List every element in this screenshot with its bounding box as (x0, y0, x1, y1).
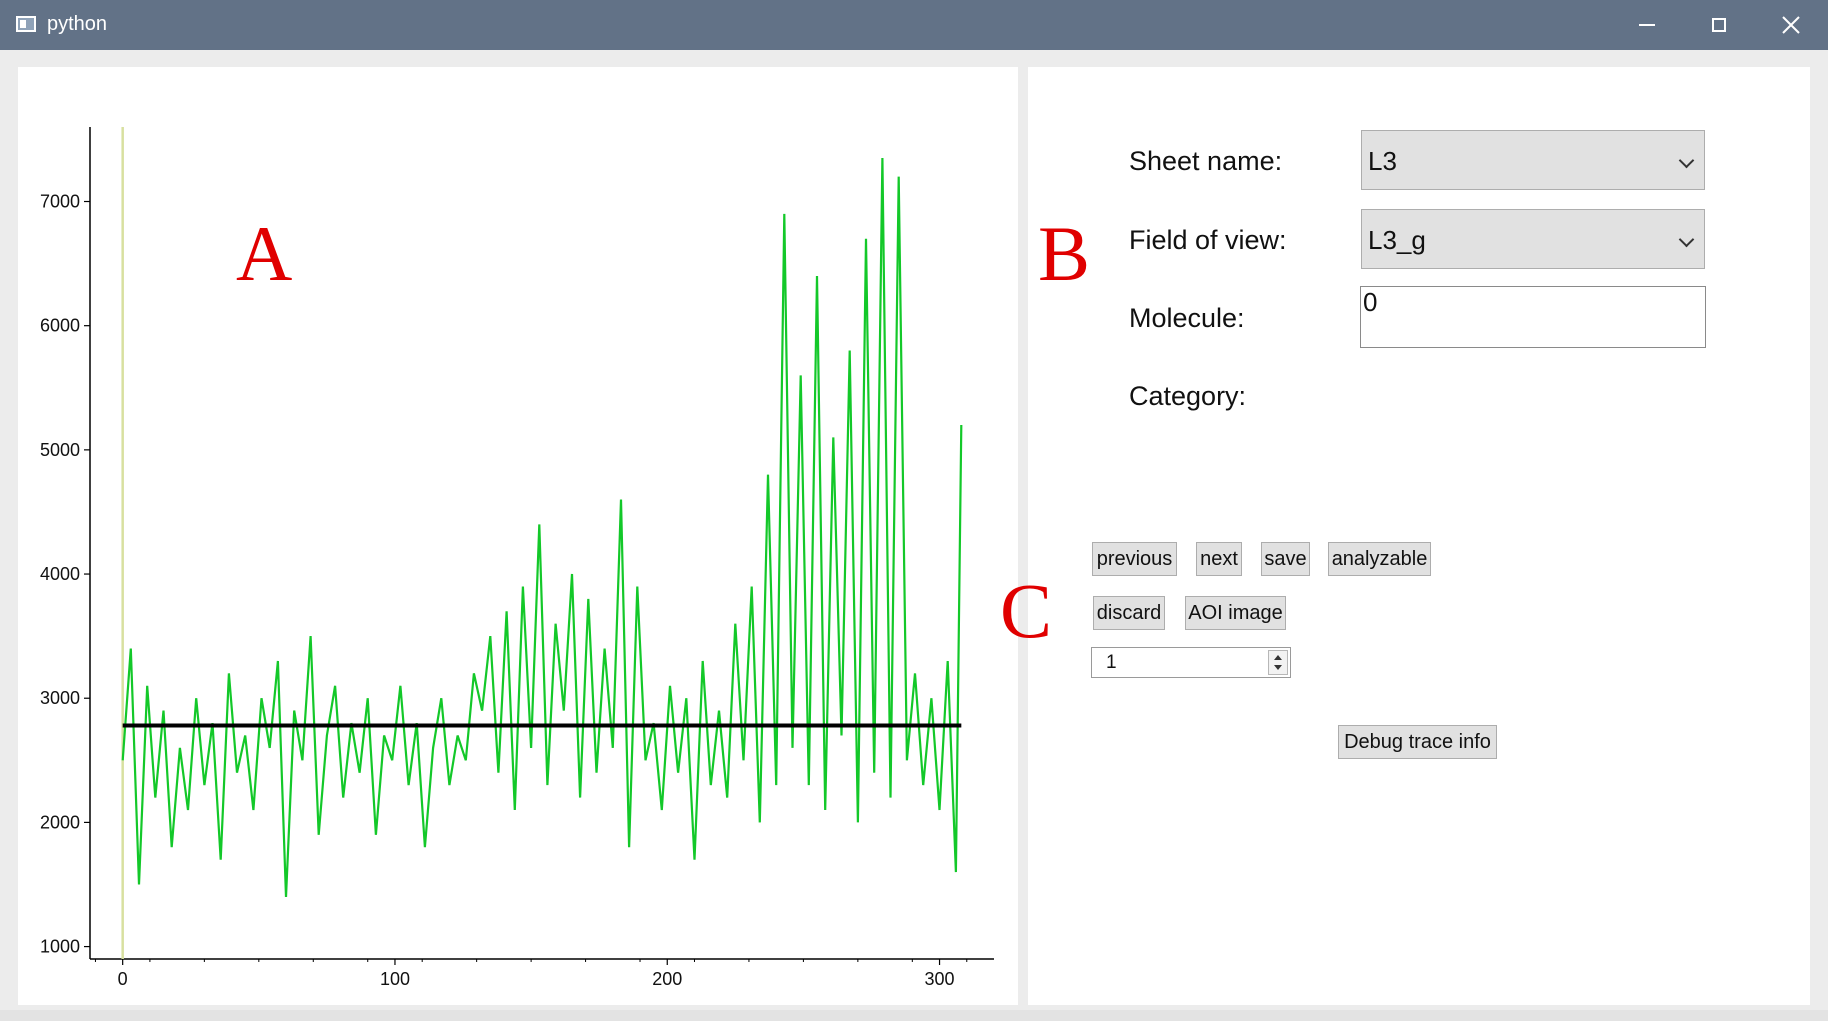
maximize-icon (1712, 18, 1726, 32)
y-tick-label: 5000 (40, 440, 80, 460)
maximize-button[interactable] (1684, 0, 1754, 50)
close-button[interactable] (1756, 0, 1826, 50)
close-icon (1782, 16, 1800, 34)
y-tick-label: 1000 (40, 937, 80, 957)
annotation-a: A (236, 210, 293, 297)
control-panel (1028, 67, 1810, 1005)
molecule-field[interactable]: 0 (1360, 286, 1706, 348)
chevron-down-icon (1678, 231, 1695, 248)
x-tick-label: 0 (118, 969, 128, 989)
app-icon (16, 16, 36, 32)
field-of-view-label: Field of view: (1129, 225, 1287, 255)
title-bar: python (0, 0, 1828, 50)
debug-trace-info-button[interactable]: Debug trace info (1338, 725, 1497, 759)
trace-stepper[interactable]: 1 (1091, 647, 1291, 678)
plot-panel: 1000 2000 3000 4000 5000 6000 7000 0 100 200 300 (18, 67, 1018, 1005)
previous-button[interactable]: previous (1092, 542, 1177, 576)
minimize-icon (1639, 24, 1655, 26)
window-bottom-edge (0, 1010, 1828, 1021)
y-tick-label: 3000 (40, 688, 80, 708)
discard-button[interactable]: discard (1093, 596, 1165, 630)
y-tick-label: 7000 (40, 192, 80, 212)
analyzable-button[interactable]: analyzable (1328, 542, 1431, 576)
sheet-name-label: Sheet name: (1129, 146, 1283, 176)
trace-chart: 1000 2000 3000 4000 5000 6000 7000 0 100 200 300 (40, 127, 994, 989)
aoi-image-button[interactable]: AOI image (1185, 596, 1286, 630)
x-tick-label: 100 (380, 969, 410, 989)
arrow-up-icon (1274, 655, 1282, 660)
y-tick-label: 6000 (40, 316, 80, 336)
category-label: Category: (1129, 381, 1247, 411)
annotation-c: C (1000, 567, 1053, 654)
arrow-down-icon (1274, 665, 1282, 670)
next-button[interactable]: next (1196, 542, 1242, 576)
annotation-b: B (1038, 210, 1091, 297)
save-button[interactable]: save (1261, 542, 1310, 576)
sheet-name-dropdown[interactable]: L3 (1361, 130, 1705, 190)
y-tick-label: 2000 (40, 812, 80, 832)
chevron-down-icon (1678, 152, 1695, 169)
stepper-buttons[interactable] (1268, 650, 1288, 675)
chart-axes: 1000 2000 3000 4000 5000 6000 7000 0 100 200 300 (40, 127, 994, 989)
sheet-name-value: L3 (1368, 146, 1397, 176)
field-of-view-value: L3_g (1368, 225, 1426, 255)
minimize-button[interactable] (1612, 0, 1682, 50)
molecule-label: Molecule: (1129, 303, 1245, 333)
window-title: python (47, 13, 108, 35)
y-tick-label: 4000 (40, 564, 80, 584)
x-tick-label: 300 (925, 969, 955, 989)
x-tick-label: 200 (652, 969, 682, 989)
field-of-view-dropdown[interactable]: L3_g (1361, 209, 1705, 269)
stepper-value: 1 (1106, 652, 1117, 673)
